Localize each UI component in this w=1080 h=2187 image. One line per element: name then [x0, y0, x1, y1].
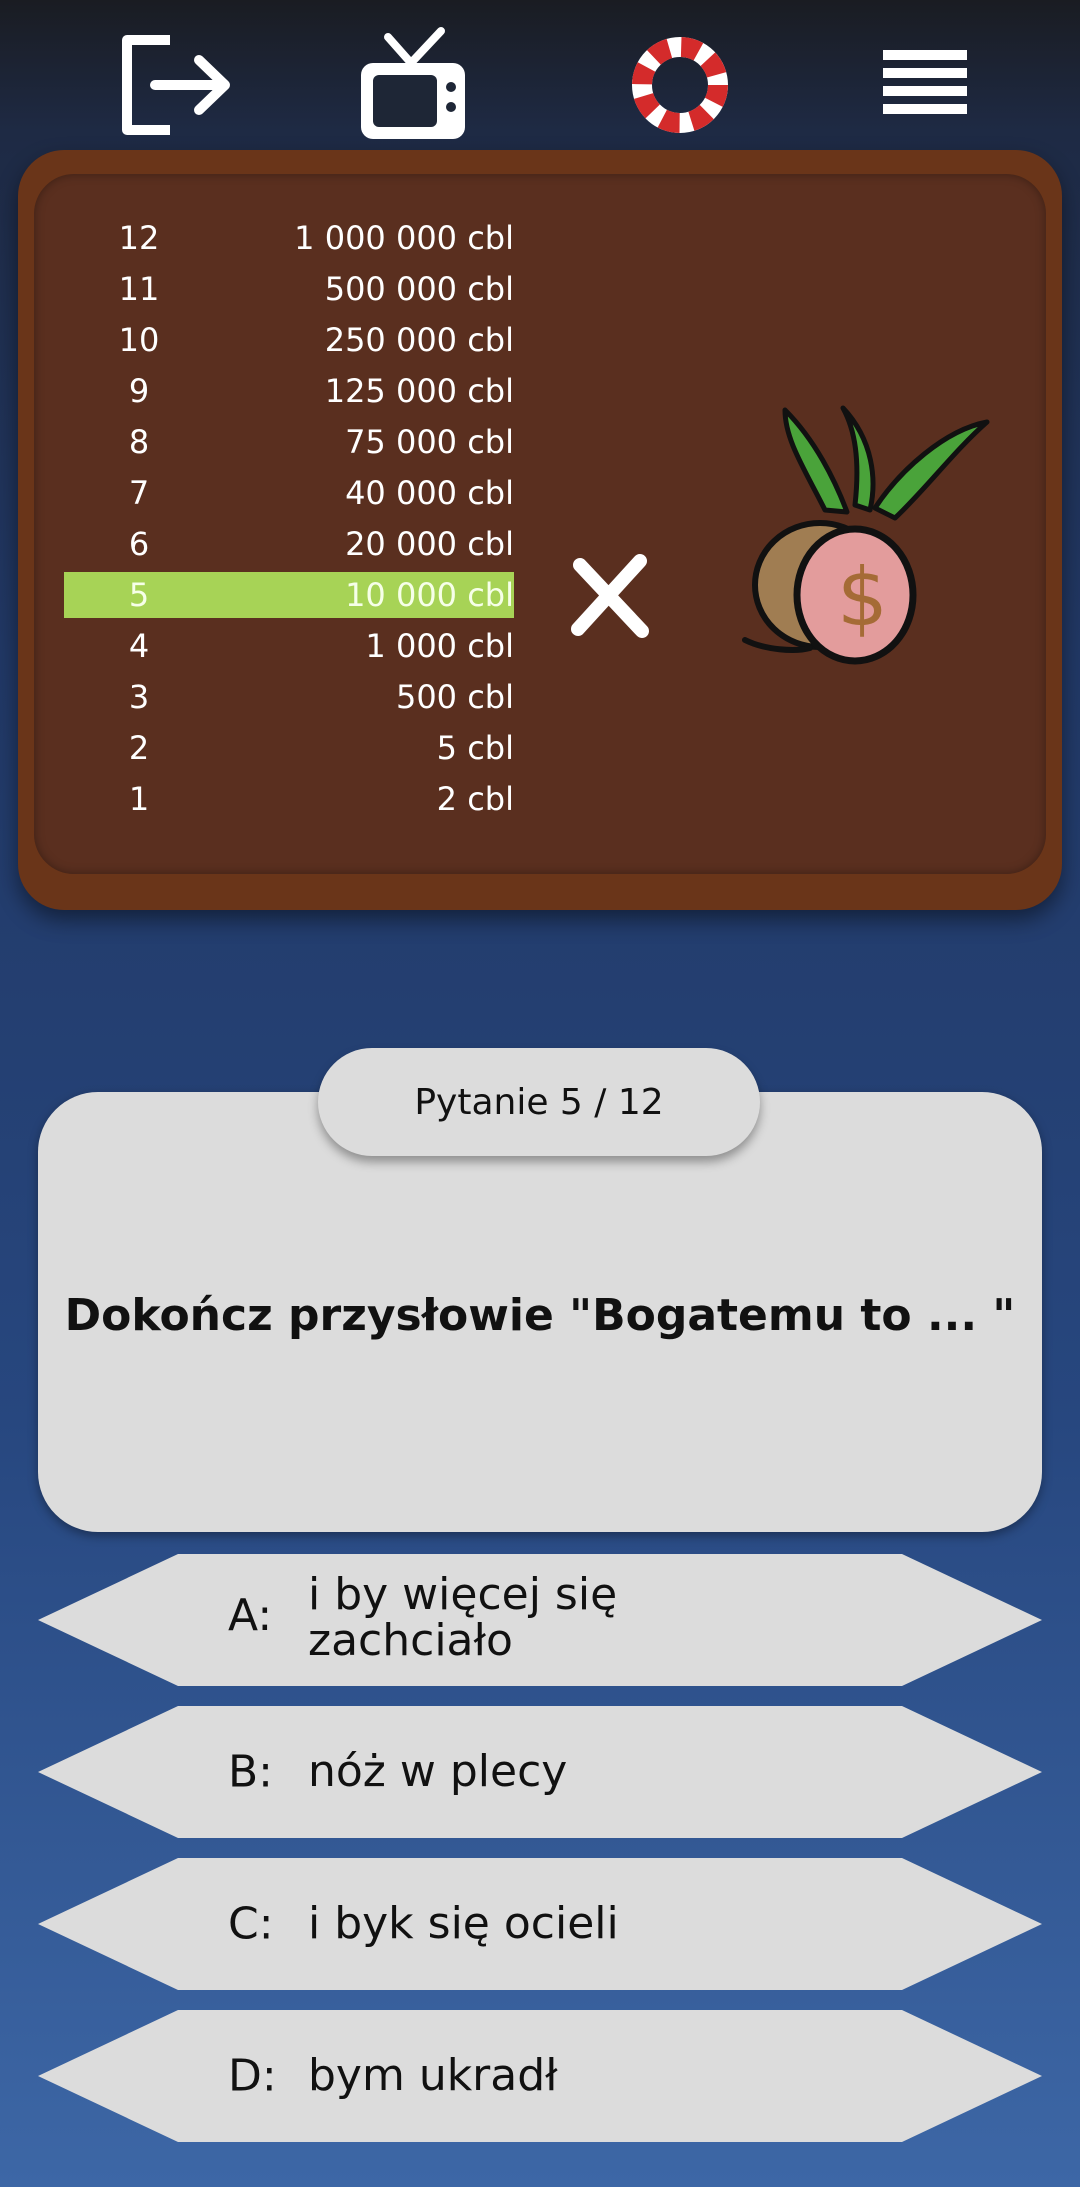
- ladder-level: 10: [118, 321, 160, 359]
- onion-money-bag-icon: $: [742, 405, 990, 665]
- exit-icon: [122, 35, 230, 135]
- answer-letter: A:: [228, 1590, 273, 1641]
- multiply-icon: [571, 554, 649, 638]
- prize-ladder-row: 7 40 000 cbl: [64, 470, 514, 516]
- menu-button[interactable]: [860, 20, 990, 150]
- answer-text: i byk się ocieli: [308, 1898, 619, 1949]
- answer-text: bym ukradł: [308, 2050, 558, 2101]
- menu-icon: [883, 50, 967, 114]
- svg-text:$: $: [837, 551, 888, 644]
- prize-ladder-row: 10 250 000 cbl: [64, 317, 514, 363]
- answer-a-button[interactable]: A: i by więcej się zachciało: [38, 1554, 1042, 1686]
- prize-ladder-row: 9 125 000 cbl: [64, 368, 514, 414]
- ladder-amount: 1 000 cbl: [365, 627, 514, 665]
- ladder-amount: 20 000 cbl: [345, 525, 514, 563]
- ladder-level: 3: [128, 678, 150, 716]
- ladder-level: 8: [128, 423, 150, 461]
- answer-b-button[interactable]: B: nóż w plecy: [38, 1706, 1042, 1838]
- ladder-amount: 1 000 000 cbl: [294, 219, 514, 257]
- question-counter-label: Pytanie 5 / 12: [414, 1081, 664, 1123]
- lifeline-button[interactable]: [615, 20, 745, 150]
- ladder-amount: 125 000 cbl: [324, 372, 514, 410]
- prize-ladder-row: 11 500 000 cbl: [64, 266, 514, 312]
- ladder-level: 5: [128, 576, 150, 614]
- ladder-level: 12: [118, 219, 160, 257]
- question-text: Dokończ przysłowie "Bogatemu to ... ": [64, 1290, 1016, 1341]
- ladder-amount: 250 000 cbl: [324, 321, 514, 359]
- answer-text: i by więcej się zachciało: [308, 1569, 618, 1666]
- answer-c-button[interactable]: C: i byk się ocieli: [38, 1858, 1042, 1990]
- ladder-amount: 500 000 cbl: [324, 270, 514, 308]
- prize-ladder-row: 8 75 000 cbl: [64, 419, 514, 465]
- ladder-amount: 5 cbl: [436, 729, 514, 767]
- answer-text: nóż w plecy: [308, 1746, 568, 1797]
- prize-ladder-row: 12 1 000 000 cbl: [64, 215, 514, 261]
- ladder-amount: 2 cbl: [436, 780, 514, 818]
- ladder-level: 1: [128, 780, 150, 818]
- answer-letter: C:: [228, 1898, 274, 1950]
- ladder-level: 4: [128, 627, 150, 665]
- question-counter: Pytanie 5 / 12: [318, 1048, 760, 1156]
- top-bar: [0, 0, 1080, 150]
- answer-d-button[interactable]: D: bym ukradł: [38, 2010, 1042, 2142]
- ladder-amount: 10 000 cbl: [345, 576, 514, 614]
- prize-ladder-row: 3 500 cbl: [64, 674, 514, 720]
- ladder-amount: 75 000 cbl: [345, 423, 514, 461]
- lifebuoy-icon: [632, 37, 728, 133]
- prize-ladder-row: 2 5 cbl: [64, 725, 514, 771]
- prize-ladder-row: 1 2 cbl: [64, 776, 514, 822]
- prize-ladder-row-current: 5 10 000 cbl: [64, 572, 514, 618]
- ladder-amount: 500 cbl: [395, 678, 514, 716]
- ladder-level: 6: [128, 525, 150, 563]
- ladder-level: 11: [118, 270, 160, 308]
- exit-button[interactable]: [110, 20, 240, 150]
- tv-button[interactable]: [348, 20, 478, 150]
- ladder-level: 7: [128, 474, 150, 512]
- answer-letter: D:: [228, 2050, 277, 2102]
- answer-letter: B:: [228, 1746, 274, 1798]
- prize-ladder-row: 6 20 000 cbl: [64, 521, 514, 567]
- ladder-amount: 40 000 cbl: [345, 474, 514, 512]
- tv-icon: [361, 27, 465, 139]
- ladder-level: 9: [128, 372, 150, 410]
- ladder-level: 2: [128, 729, 150, 767]
- prize-ladder-row: 4 1 000 cbl: [64, 623, 514, 669]
